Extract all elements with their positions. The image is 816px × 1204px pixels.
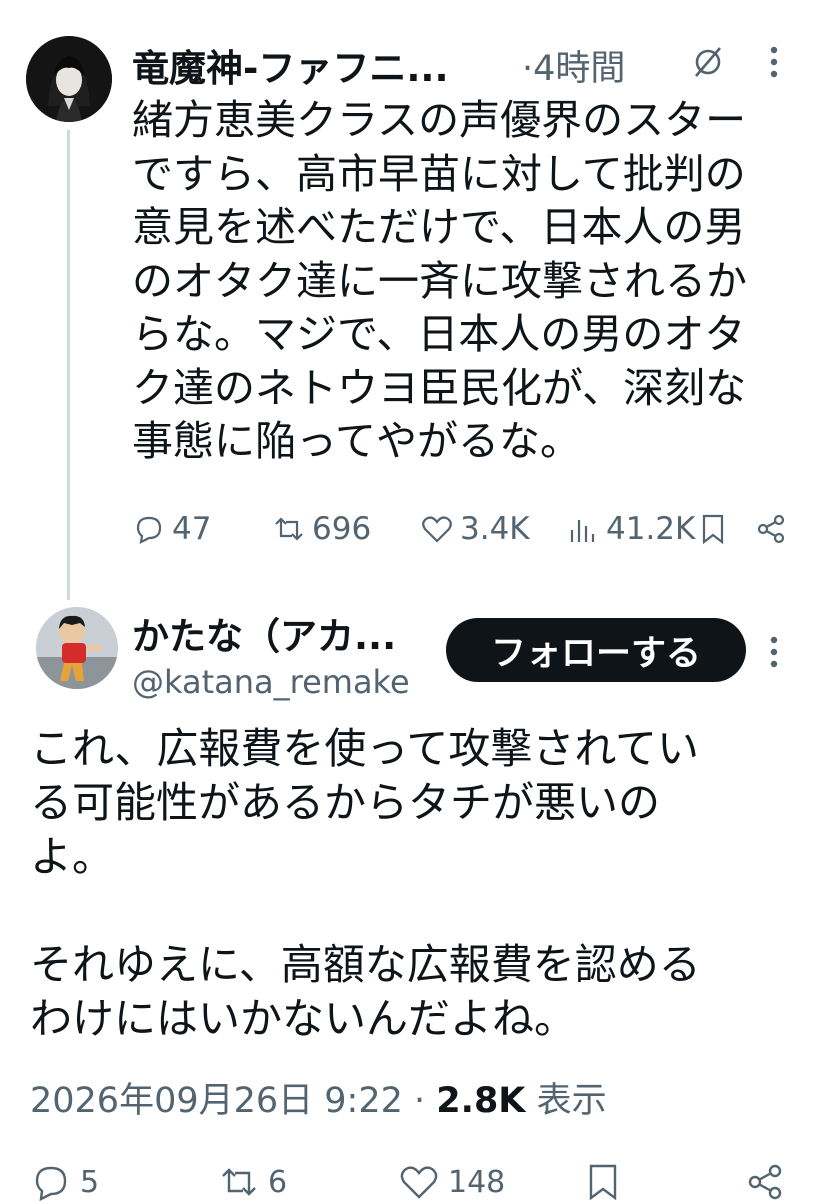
repost-button[interactable]: 6 [218, 1160, 287, 1204]
post-timestamp[interactable]: 2026年09月26日 9:22 [30, 1081, 403, 1121]
reply-button[interactable]: 5 [30, 1160, 99, 1204]
more-icon[interactable] [760, 42, 788, 82]
like-button[interactable]: 3.4K [420, 508, 530, 550]
author-name[interactable]: かたな（アカ... [132, 606, 396, 660]
avatar[interactable] [26, 36, 112, 122]
reply-count: 5 [80, 1164, 100, 1200]
tweet-text: これ、広報費を使って攻撃されてい る可能性があるからタチが悪いの よ。 それゆえ… [30, 724, 701, 1043]
share-icon [757, 514, 785, 544]
post-meta: 2026年09月26日 9:22 · 2.8K 表示 [30, 1072, 607, 1123]
like-button[interactable]: 148 [398, 1160, 505, 1204]
share-icon [748, 1164, 782, 1200]
thread-line [67, 130, 70, 600]
like-icon [422, 516, 452, 543]
like-count: 3.4K [460, 511, 530, 547]
views-icon [570, 520, 595, 542]
bookmark-button[interactable] [696, 508, 730, 550]
views-button[interactable]: 41.2K [566, 508, 695, 550]
reply-button[interactable]: 47 [132, 508, 211, 550]
meta-separator: · [414, 1081, 426, 1121]
bookmark-icon [589, 1164, 617, 1201]
reply-count: 47 [172, 511, 212, 547]
avatar[interactable] [36, 607, 118, 689]
follow-button[interactable]: フォローする [446, 618, 746, 682]
more-icon[interactable] [760, 632, 788, 672]
views-count: 2.8K [436, 1081, 526, 1121]
share-button[interactable] [754, 508, 788, 550]
post-time[interactable]: ·4時間 [522, 40, 625, 91]
repost-icon [222, 1168, 256, 1196]
share-button[interactable] [744, 1160, 786, 1204]
reply-icon [35, 1166, 67, 1202]
repost-count: 696 [312, 511, 372, 547]
views-label: 表示 [536, 1081, 607, 1121]
repost-count: 6 [268, 1164, 288, 1200]
author-handle[interactable]: @katana_remake [132, 663, 410, 701]
repost-icon [275, 517, 303, 541]
like-icon [400, 1166, 438, 1199]
repost-button[interactable]: 696 [272, 508, 371, 550]
like-count: 148 [448, 1164, 506, 1200]
tweet-text: 緒方恵美クラスの声優界のスター ですら、高市早苗に対して批判の 意見を述べただけ… [132, 96, 747, 465]
bookmark-icon [702, 514, 724, 545]
author-name[interactable]: 竜魔神-ファフニ... [132, 38, 449, 92]
bookmark-button[interactable] [582, 1160, 624, 1204]
grok-icon[interactable] [690, 44, 726, 80]
views-count: 41.2K [606, 511, 696, 547]
reply-icon [136, 516, 162, 544]
